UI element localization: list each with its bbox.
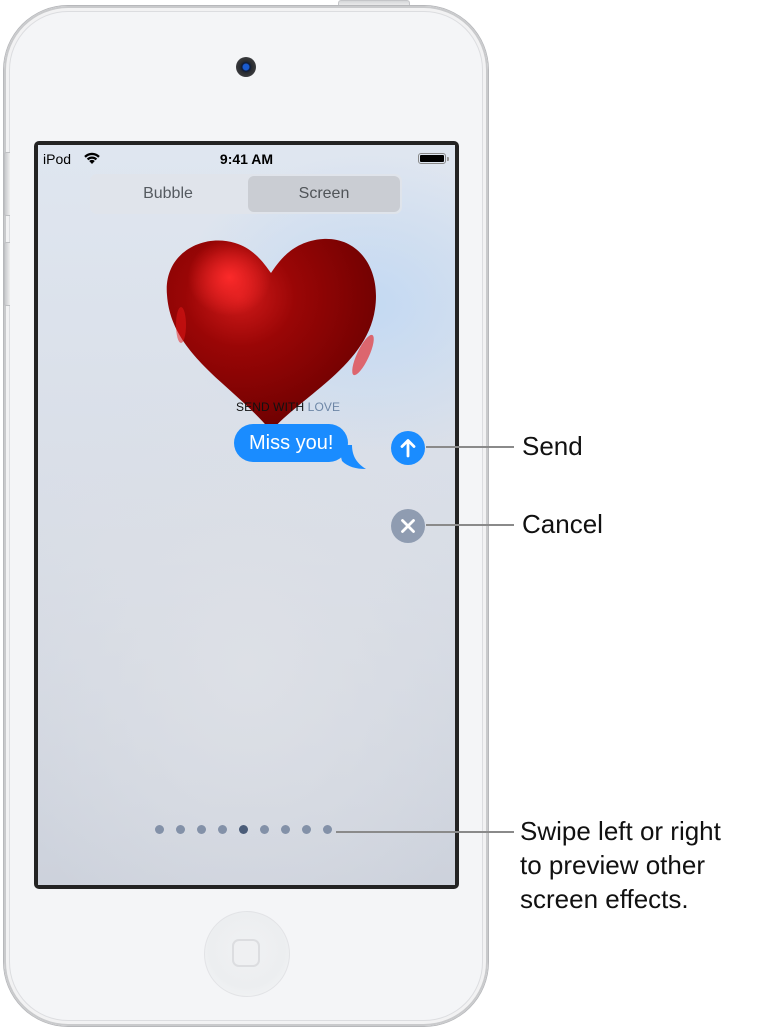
swipe-callout-line3: screen effects. (520, 884, 689, 914)
effect-type-tabs: Bubble Screen (90, 174, 402, 214)
send-button[interactable] (391, 431, 425, 465)
swipe-callout: Swipe left or right to preview other scr… (520, 814, 721, 916)
swipe-leader-line (336, 831, 514, 833)
message-bubble: Miss you! (234, 424, 349, 462)
page-dot-active[interactable] (239, 825, 248, 834)
status-bar: iPod 9:41 AM (38, 145, 455, 171)
effect-name-label: SEND WITH LOVE (236, 400, 341, 414)
home-square-icon (232, 939, 260, 967)
swipe-callout-line1: Swipe left or right (520, 816, 721, 846)
page-dot[interactable] (281, 825, 290, 834)
cancel-callout: Cancel (522, 509, 603, 539)
close-icon (401, 519, 415, 533)
screen: iPod 9:41 AM Bubble Screen SEND WITH LOV… (38, 145, 455, 885)
home-button[interactable] (204, 911, 290, 997)
send-callout: Send (522, 431, 583, 461)
swipe-callout-line2: to preview other (520, 850, 705, 880)
volume-down-button[interactable] (4, 242, 10, 306)
volume-up-button[interactable] (4, 152, 10, 216)
page-dot[interactable] (197, 825, 206, 834)
page-dot[interactable] (155, 825, 164, 834)
page-dot[interactable] (323, 825, 332, 834)
page-indicator[interactable] (155, 825, 332, 837)
cancel-leader-line (426, 524, 514, 526)
clock: 9:41 AM (219, 151, 274, 167)
page-dot[interactable] (260, 825, 269, 834)
tab-screen[interactable]: Screen (248, 176, 400, 212)
page-dot[interactable] (302, 825, 311, 834)
bubble-tail (338, 445, 366, 469)
cancel-button[interactable] (391, 509, 425, 543)
send-leader-line (426, 446, 514, 448)
battery-icon (418, 153, 449, 164)
tab-bubble[interactable]: Bubble (92, 176, 244, 212)
page-dot[interactable] (176, 825, 185, 834)
arrow-up-icon (400, 439, 416, 458)
front-camera-icon (236, 57, 256, 77)
page-dot[interactable] (218, 825, 227, 834)
